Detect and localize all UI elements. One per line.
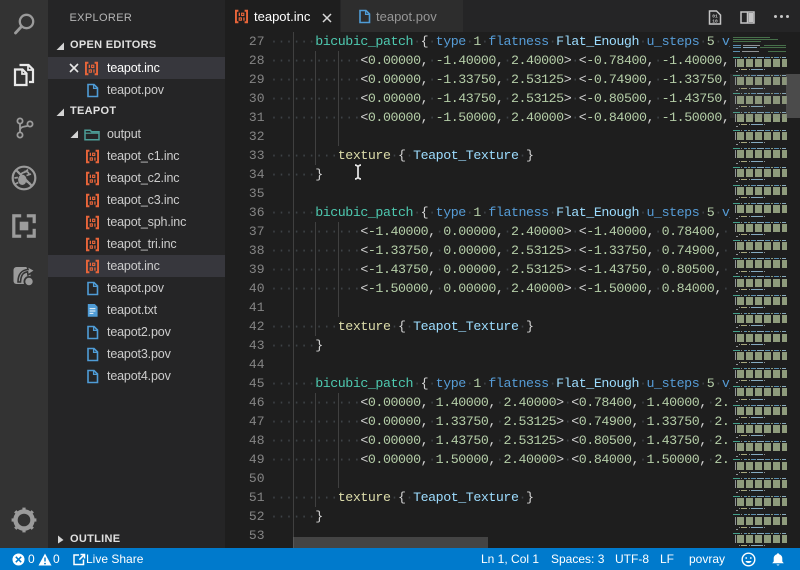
svg-text:10: 10 [712, 18, 718, 24]
